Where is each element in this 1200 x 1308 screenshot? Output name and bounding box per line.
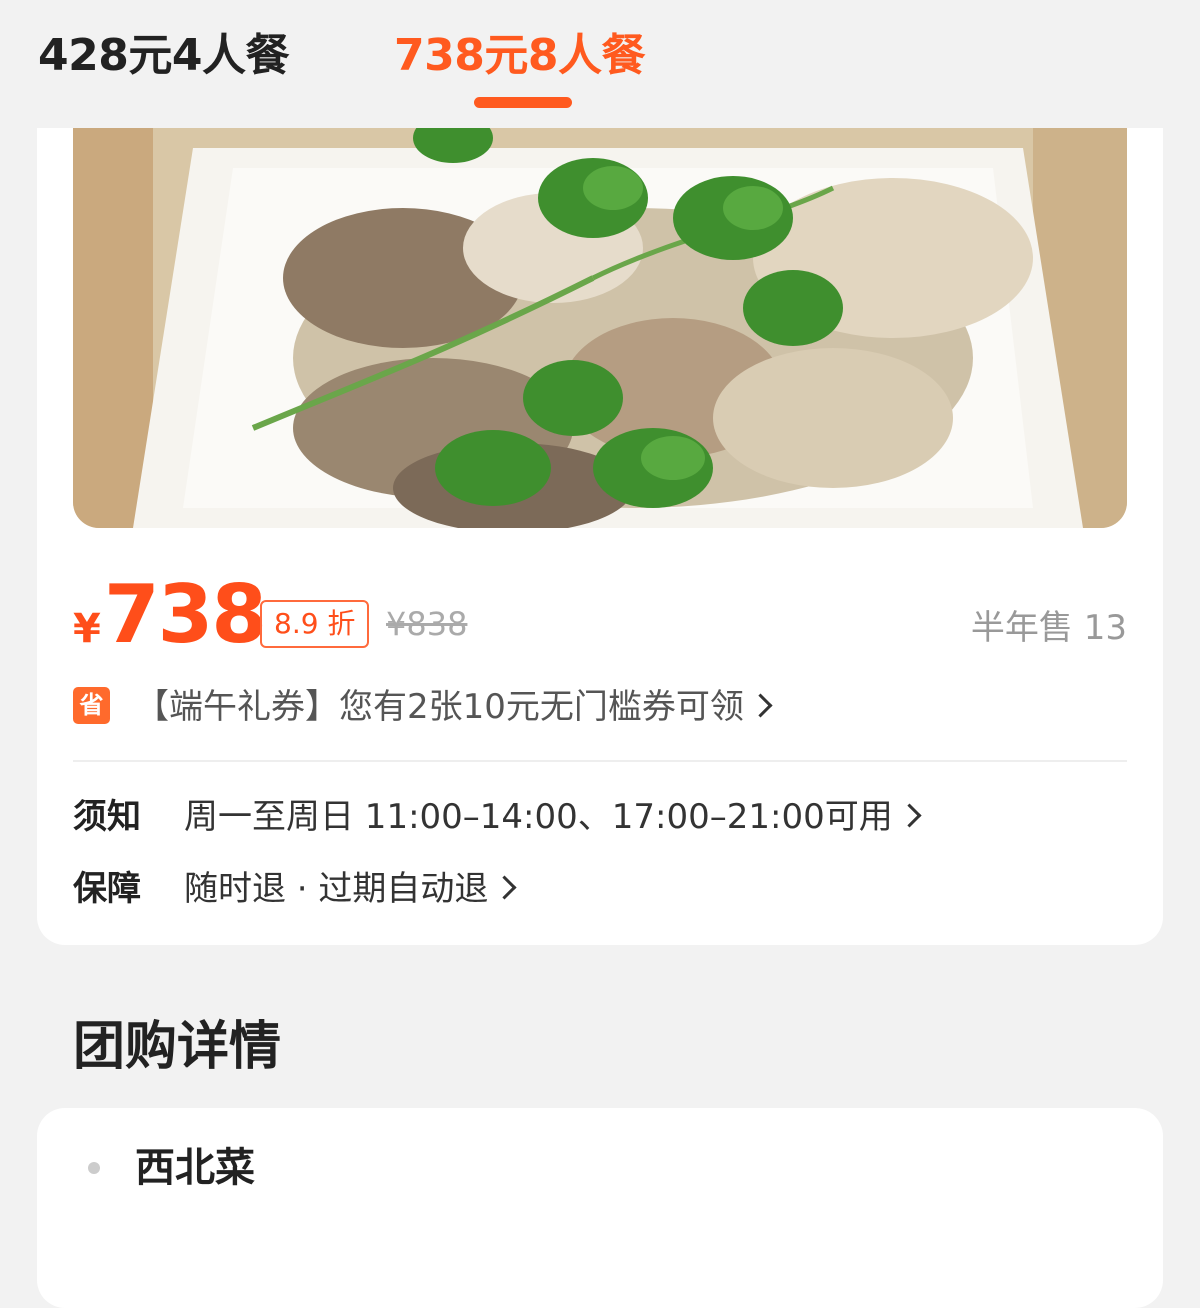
active-tab-indicator: [474, 97, 572, 108]
price-row: ¥ 738 8.9 折 ¥838 半年售 13: [73, 570, 1127, 660]
sales-count: 半年售 13: [970, 608, 1127, 648]
notice-value-wrap: 周一至周日 11:00–14:00、17:00–21:00可用: [184, 794, 922, 840]
chevron-right-icon: [492, 875, 517, 900]
original-price: ¥838: [386, 605, 468, 643]
dish-photo[interactable]: [73, 128, 1127, 528]
bullet-dot: [88, 1162, 100, 1174]
divider: [73, 760, 1127, 762]
current-price: 738: [104, 568, 267, 661]
detail-card: [37, 1108, 1163, 1308]
detail-item: 西北菜: [135, 1145, 255, 1191]
package-tab-bar: 428元4人餐 738元8人餐: [0, 0, 1200, 128]
discount-badge: 8.9 折: [260, 600, 370, 648]
coupon-text: 【端午礼券】您有2张10元无门槛券可领: [135, 687, 744, 727]
guarantee-row[interactable]: 保障 随时退 · 过期自动退: [73, 866, 1127, 912]
save-badge-icon: 省: [73, 687, 110, 724]
currency-symbol: ¥: [73, 606, 101, 652]
notice-label: 须知: [73, 797, 141, 837]
coupon-text-wrap: 【端午礼券】您有2张10元无门槛券可领: [135, 684, 773, 730]
tab-package-4[interactable]: 428元4人餐: [38, 26, 289, 86]
section-title: 团购详情: [73, 1017, 282, 1077]
chevron-right-icon: [897, 803, 922, 828]
guarantee-value: 随时退 · 过期自动退: [184, 869, 489, 909]
guarantee-label: 保障: [73, 869, 141, 909]
chevron-right-icon: [748, 693, 773, 718]
guarantee-value-wrap: 随时退 · 过期自动退: [184, 866, 517, 912]
lamb-dish-image: [73, 128, 1127, 528]
tab-package-8[interactable]: 738元8人餐: [394, 26, 645, 86]
coupon-row[interactable]: 省 【端午礼券】您有2张10元无门槛券可领: [73, 684, 1127, 730]
notice-value: 周一至周日 11:00–14:00、17:00–21:00可用: [184, 797, 893, 837]
notice-row[interactable]: 须知 周一至周日 11:00–14:00、17:00–21:00可用: [73, 794, 1127, 840]
